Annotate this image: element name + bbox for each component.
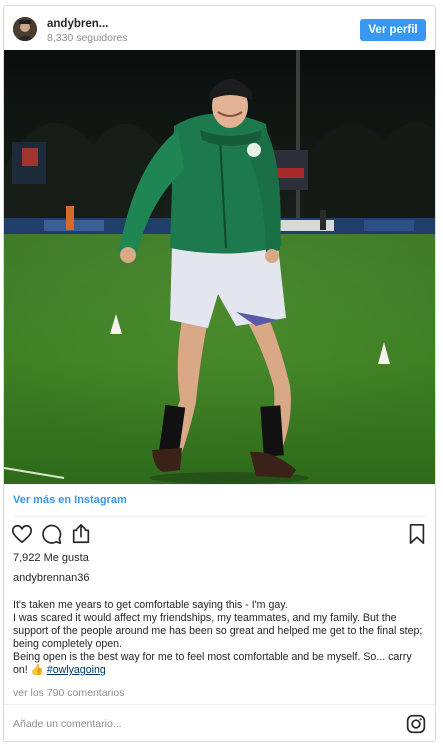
view-more-on-instagram-link[interactable]: Ver más en Instagram — [13, 494, 127, 506]
hashtag-link[interactable]: #owlyagoing — [47, 664, 106, 676]
divider — [4, 484, 435, 485]
divider — [13, 516, 426, 517]
heart-icon[interactable] — [11, 523, 33, 545]
user-avatar-icon[interactable] — [13, 17, 37, 41]
instagram-embed-card: andybren... 8,330 seguidores Ver perfil — [3, 5, 436, 742]
divider — [4, 704, 435, 705]
caption-line: Being open is the best way for me to fee… — [13, 651, 427, 677]
caption-line: It's taken me years to get comfortable s… — [13, 599, 288, 611]
post-photo[interactable] — [4, 50, 435, 484]
comment-icon[interactable] — [41, 523, 63, 545]
follower-count: 8,330 seguidores — [47, 32, 128, 44]
username[interactable]: andybren... — [47, 18, 108, 30]
share-icon[interactable] — [70, 523, 92, 545]
post-photo-image — [4, 50, 435, 484]
bookmark-icon[interactable] — [406, 523, 428, 545]
view-all-comments-link[interactable]: ver los 790 comentarios — [13, 687, 124, 699]
add-comment-input[interactable] — [13, 718, 393, 730]
post-owner-username[interactable]: andybrennan36 — [13, 572, 89, 584]
post-header: andybren... 8,330 seguidores Ver perfil — [4, 6, 435, 50]
post-caption: It's taken me years to get comfortable s… — [13, 599, 427, 677]
like-count[interactable]: 7,922 Me gusta — [13, 552, 89, 564]
instagram-logo-icon[interactable] — [406, 714, 426, 734]
caption-line: I was scared it would affect my friendsh… — [13, 612, 423, 650]
view-profile-button[interactable]: Ver perfil — [360, 19, 426, 41]
